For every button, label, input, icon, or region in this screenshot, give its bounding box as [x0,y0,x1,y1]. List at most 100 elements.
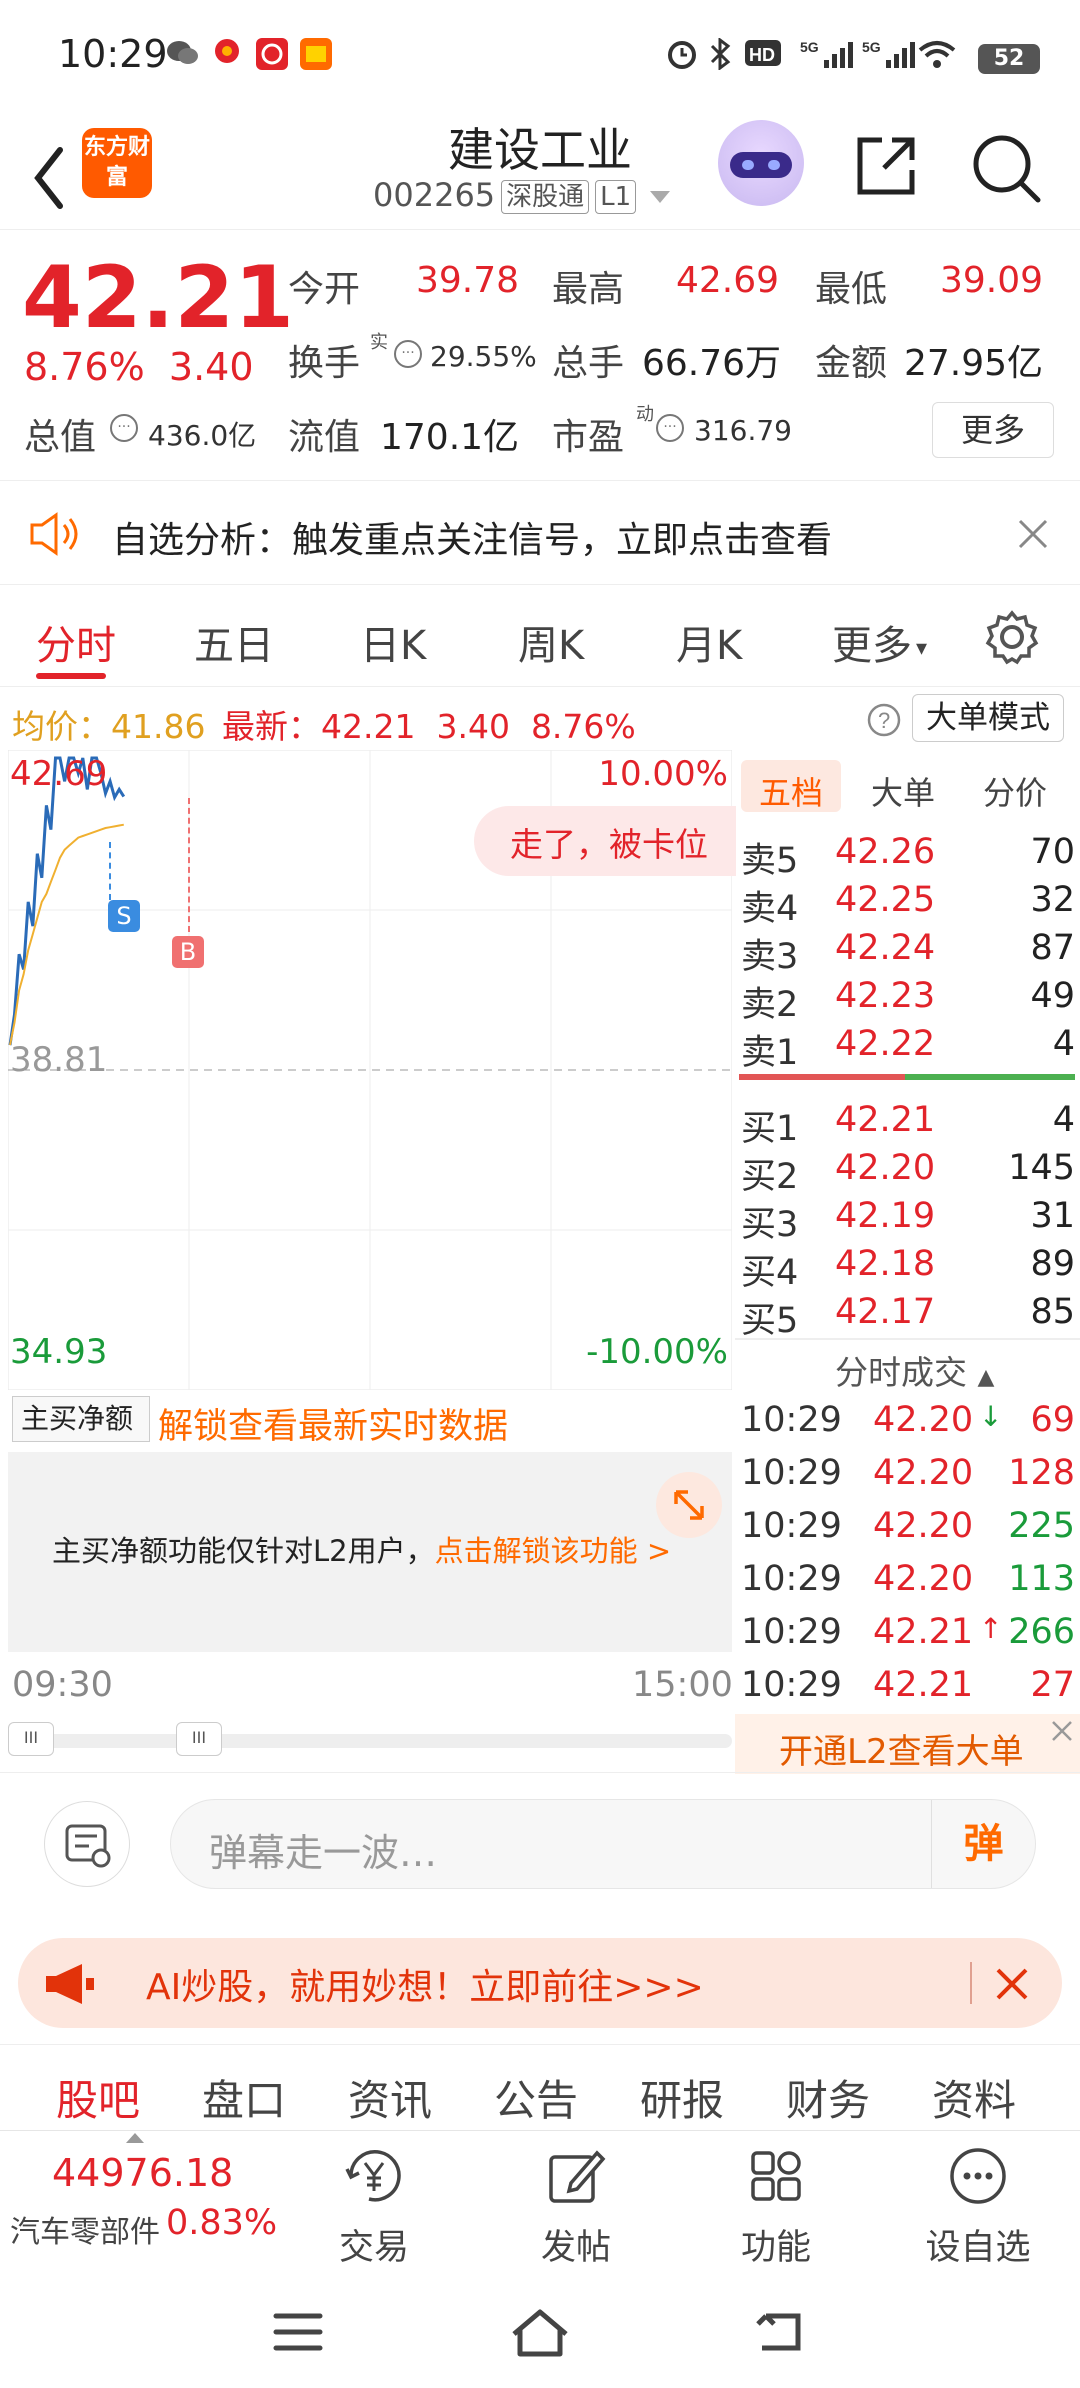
latest-change: 3.40 [436,707,510,746]
functions-button[interactable]: 功能 [716,2145,836,2270]
tick-time: 10:29 [741,1665,842,1705]
latest-label-text: 最新： [222,707,321,746]
ask-row[interactable]: 卖1 42.22 4 [741,1024,1075,1073]
ask-volume: 87 [1030,928,1075,968]
tab-intraday[interactable]: 分时 [36,613,116,671]
buy-marker[interactable]: B [172,936,204,968]
notes-button[interactable] [44,1801,130,1887]
ticks-title[interactable]: 分时成交 ▲ [835,1346,994,1394]
l2-unlock-link[interactable]: 点击解锁该功能 > [435,1534,672,1568]
edit-icon [549,2150,606,2203]
l2-locked-panel[interactable]: 主买净额功能仅针对L2用户，点击解锁该功能 > [8,1452,732,1652]
tab-announcements[interactable]: 公告 [494,2067,578,2128]
tick-price: 42.21 [873,1612,974,1652]
ai-assistant-avatar[interactable] [718,120,804,206]
home-icon[interactable] [508,2306,572,2358]
stock-code-row[interactable]: 002265 深股通 L1 [373,176,671,214]
book-tab-five-level[interactable]: 五档 [759,768,823,814]
danmu-send-button[interactable]: 弹 [931,1800,1035,1888]
market-cap-value: 436.0亿 [148,419,257,452]
bid-row[interactable]: 买4 42.18 89 [741,1244,1075,1293]
tab-more[interactable]: 更多 ▾ [832,613,927,671]
help-icon[interactable]: ? [866,702,902,738]
settings-icon[interactable] [984,609,1040,665]
ask-ratio-bar [739,1074,905,1080]
ask-row[interactable]: 卖4 42.25 32 [741,880,1075,929]
tab-guba[interactable]: 股吧 [56,2067,140,2128]
tab-finance[interactable]: 财务 [786,2067,870,2128]
close-icon[interactable] [1016,517,1050,551]
ai-banner[interactable]: AI炒股，就用妙想！立即前往>>> [18,1938,1062,2028]
add-watchlist-button[interactable]: 设自选 [918,2145,1038,2270]
ask-row[interactable]: 卖3 42.24 87 [741,928,1075,977]
open-l2-text: 开通L2查看大单 [779,1732,1024,1772]
tab-weekly-k[interactable]: 周K [518,613,584,671]
close-icon[interactable] [1049,1718,1075,1744]
open-label: 今开 [288,269,361,310]
intraday-chart[interactable]: 42.69 38.81 34.93 10.00% -10.00% 走了，被卡位 … [8,750,736,1390]
tab-pankou[interactable]: 盘口 [202,2067,286,2128]
app-logo[interactable]: 东方财富 [82,128,152,198]
back-icon[interactable] [24,130,84,210]
ask-row[interactable]: 卖5 42.26 70 [741,832,1075,881]
book-tab-big-order[interactable]: 大单 [871,768,935,814]
bid-level-label: 买4 [741,1253,799,1293]
svg-text:HD: HD [749,45,775,65]
bid-ratio-bar [905,1074,1075,1080]
bid-row[interactable]: 买1 42.21 4 [741,1100,1075,1149]
danmu-input[interactable]: 弹幕走一波… 弹 [170,1799,1036,1889]
app-notification-icon [300,38,332,70]
tick-row: 10:29 42.21 ↑ 266 [741,1612,1075,1660]
book-tab-price-dist[interactable]: 分价 [983,768,1047,814]
order-book-panel: 五档 大单 分价 卖5 42.26 70 卖4 42.25 32 卖3 42.24 87 卖2 42… [735,750,1080,1770]
buy-marker-line [188,798,190,932]
unlock-link[interactable]: 解锁查看最新实时数据 [158,1398,508,1449]
scroller-left-handle[interactable]: III [8,1722,54,1756]
signal-5g-icon: 5G [800,39,853,68]
bid-row[interactable]: 买5 42.17 85 [741,1292,1075,1341]
ask-price: 42.24 [835,928,936,968]
info-icon[interactable]: ··· [394,340,422,368]
bid-row[interactable]: 买3 42.19 31 [741,1196,1075,1245]
trade-button[interactable]: 交易 [314,2145,434,2270]
tab-daily-k[interactable]: 日K [360,613,426,671]
info-icon[interactable]: ··· [656,414,684,442]
high-value: 42.69 [676,260,780,301]
menu-icon[interactable] [272,2312,324,2352]
main-buy-select[interactable]: 主买净额 ▾ [12,1396,150,1477]
bid-row[interactable]: 买2 42.20 145 [741,1148,1075,1197]
search-icon[interactable] [968,130,1044,206]
notice-bar[interactable]: 自选分析：触发重点关注信号，立即点击查看 [0,480,1080,585]
tab-news[interactable]: 资讯 [348,2067,432,2128]
ask-level-label: 卖5 [741,841,799,881]
pe-label: 市盈 [552,417,625,458]
tab-five-day[interactable]: 五日 [194,613,274,671]
info-icon[interactable]: ··· [110,414,138,442]
more-button[interactable]: 更多 [932,402,1054,458]
tab-research[interactable]: 研报 [640,2067,724,2128]
open-l2-bar[interactable]: 开通L2查看大单 [735,1714,1080,1774]
sector-name[interactable]: 汽车零部件 [10,2207,160,2251]
close-icon[interactable] [992,1964,1032,2004]
tick-row: 10:29 42.20 225 [741,1506,1075,1554]
tab-monthly-k[interactable]: 月K [676,613,742,671]
stock-header: 东方财富 建设工业 002265 深股通 L1 [0,110,1080,230]
float-value: 170.1亿 [380,417,520,458]
sector-index-value[interactable]: 44976.18 [52,2151,233,2195]
chevron-down-icon [650,191,671,203]
post-button[interactable]: 发帖 [516,2145,636,2270]
tick-time: 10:29 [741,1400,842,1440]
share-icon[interactable] [852,132,920,200]
time-range-scroller[interactable]: III III [8,1722,732,1756]
comment-bubble[interactable]: 走了，被卡位 [474,806,736,876]
sell-marker[interactable]: S [108,900,140,932]
tick-row: 10:29 42.21 27 [741,1665,1075,1713]
high-label: 最高 [552,269,625,310]
tab-profile[interactable]: 资料 [932,2067,1016,2128]
scroller-right-handle[interactable]: III [176,1722,222,1756]
ask-row[interactable]: 卖2 42.23 49 [741,976,1075,1025]
latest-price-value: 42.21 [321,707,416,746]
big-order-mode-button[interactable]: 大单模式 [912,694,1064,742]
expand-button[interactable] [656,1472,722,1538]
back-nav-icon[interactable] [752,2310,808,2354]
